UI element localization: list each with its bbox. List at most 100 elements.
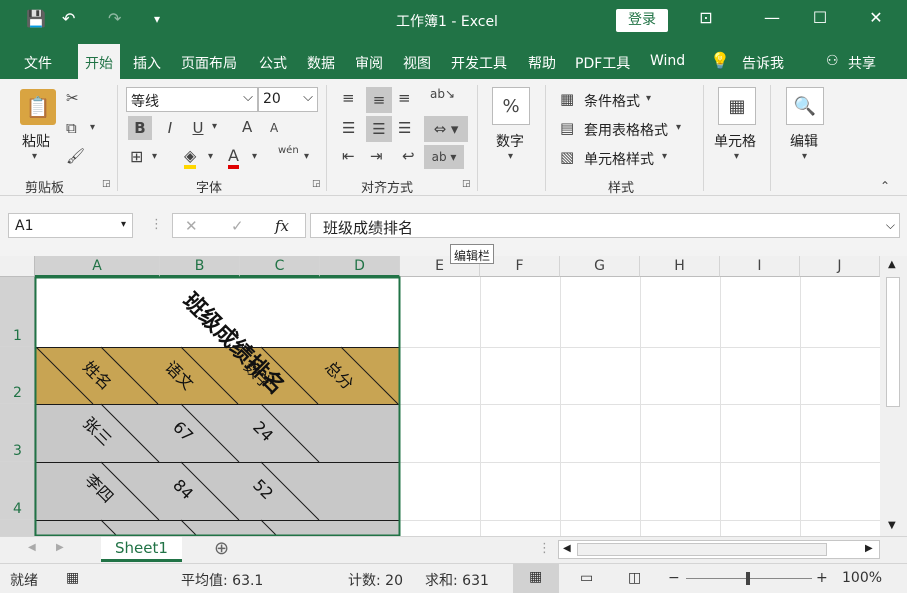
tell-me-search[interactable]: 告诉我 [742,53,784,73]
borders-icon[interactable]: ⊞ [130,147,143,166]
formula-input[interactable]: 班级成绩排名 ⌵ [310,213,900,238]
borders-dropdown-icon[interactable]: ▾ [152,151,157,162]
font-size-box[interactable]: 20 ⌵ [258,87,318,112]
tab-review[interactable]: 审阅 [355,53,383,73]
bold-button[interactable]: B [128,116,152,140]
fill-color-dropdown-icon[interactable]: ▾ [208,151,213,162]
close-icon[interactable]: ✕ [856,8,896,27]
increase-indent-icon[interactable]: ⇥ [370,147,383,165]
align-right-icon[interactable]: ☰ [398,119,411,137]
align-bottom-icon[interactable]: ≡ [398,89,411,107]
login-button[interactable]: 登录 [616,9,668,32]
zoom-thumb[interactable] [746,572,750,585]
conditional-format-dropdown-icon[interactable]: ▾ [646,93,651,104]
tab-home[interactable]: 开始 [78,44,120,79]
enter-icon[interactable]: ✓ [231,217,244,235]
maximize-icon[interactable]: ☐ [800,8,840,27]
cut-icon[interactable]: ✂ [66,89,79,107]
clipboard-launcher-icon[interactable]: ◲ [102,179,111,189]
font-color-dropdown-icon[interactable]: ▾ [252,151,257,162]
decrease-indent-icon[interactable]: ⇤ [342,147,355,165]
minimize-icon[interactable]: — [752,8,792,27]
scroll-left-icon[interactable]: ◀ [563,543,571,554]
macro-record-icon[interactable]: ▦ [66,570,79,586]
redo-icon[interactable]: ↷ [108,9,121,28]
sheet-tab[interactable]: Sheet1 [101,537,182,562]
worksheet-grid[interactable]: A B C D E F G H I J 1 2 3 4 班级成绩排名 姓名 语文… [0,256,880,536]
angle-text-icon[interactable]: ab ▾ [424,145,464,169]
phonetic-dropdown-icon[interactable]: ▾ [304,151,309,162]
wrap-text-icon[interactable]: ↩ [402,147,415,165]
alignment-launcher-icon[interactable]: ◲ [462,179,471,189]
orientation-icon[interactable]: ab↘ [430,87,455,101]
scroll-thumb[interactable] [886,277,900,407]
page-break-view-icon[interactable]: ◫ [628,570,641,586]
paste-button[interactable]: 粘贴 [22,131,50,151]
cell-styles-button[interactable]: 单元格样式 [584,149,654,169]
scroll-right-icon[interactable]: ▶ [865,543,873,554]
phonetic-icon[interactable]: wén [278,145,299,156]
cells-icon[interactable]: ▦ [718,87,756,125]
format-as-table-button[interactable]: 套用表格格式 [584,120,668,140]
copy-dropdown-icon[interactable]: ▾ [90,122,95,133]
cells-button[interactable]: 单元格 [714,131,756,151]
tab-pdf-tools[interactable]: PDF工具 [575,53,630,73]
format-painter-icon[interactable]: 🖌 [66,147,85,165]
tab-data[interactable]: 数据 [307,53,335,73]
tab-wind[interactable]: Wind [650,53,685,69]
page-layout-view-icon[interactable]: ▭ [580,570,593,586]
zoom-in-icon[interactable]: + [816,570,828,586]
tab-formulas[interactable]: 公式 [259,53,287,73]
paste-dropdown-icon[interactable]: ▾ [32,151,37,162]
merge-center-icon[interactable]: ⇔ ▾ [424,116,468,142]
prev-sheet-icon[interactable]: ◀ [28,542,36,553]
fill-color-icon[interactable]: ◈ [184,146,197,169]
underline-button[interactable]: U [186,116,210,140]
font-color-icon[interactable]: A [228,146,239,169]
name-box[interactable]: A1 ▾ [8,213,133,238]
editing-button[interactable]: 编辑 [790,131,818,151]
tab-split-handle[interactable]: ⋮ [538,541,551,556]
align-left-icon[interactable]: ☰ [342,119,355,137]
h-scroll-thumb[interactable] [577,543,827,556]
cell-styles-dropdown-icon[interactable]: ▾ [662,151,667,162]
search-icon[interactable]: 🔍 [786,87,824,125]
format-as-table-dropdown-icon[interactable]: ▾ [676,122,681,133]
italic-button[interactable]: I [158,116,182,140]
expand-formula-icon[interactable]: ⌵ [886,218,895,233]
number-format-icon[interactable]: % [492,87,530,125]
tab-page-layout[interactable]: 页面布局 [181,53,237,73]
increase-font-button[interactable]: A [242,118,252,136]
vertical-scrollbar[interactable]: ▲ ▼ [880,256,907,536]
decrease-font-button[interactable]: A [270,121,278,135]
undo-icon[interactable]: ↶ [62,9,75,28]
ribbon-display-icon[interactable]: ⊡ [686,8,726,27]
copy-icon[interactable]: ⧉ [66,119,77,137]
zoom-out-icon[interactable]: − [668,570,680,586]
align-middle-icon[interactable]: ≡ [366,87,392,113]
number-dropdown-icon[interactable]: ▾ [508,151,513,162]
font-name-box[interactable]: 等线 ⌵ [126,87,258,112]
underline-dropdown-icon[interactable]: ▾ [212,121,217,132]
editing-dropdown-icon[interactable]: ▾ [802,151,807,162]
conditional-format-button[interactable]: 条件格式 [584,91,640,111]
align-top-icon[interactable]: ≡ [342,89,355,107]
tab-view[interactable]: 视图 [403,53,431,73]
horizontal-scrollbar[interactable]: ◀ ▶ [558,540,880,559]
number-button[interactable]: 数字 [496,131,524,151]
insert-function-icon[interactable]: fx [275,217,289,235]
tab-insert[interactable]: 插入 [133,53,161,73]
tab-developer[interactable]: 开发工具 [451,53,507,73]
customize-qat-icon[interactable]: ▾ [154,12,160,26]
collapse-ribbon-icon[interactable]: ⌃ [880,179,890,193]
zoom-level[interactable]: 100% [842,570,882,586]
cancel-icon[interactable]: ✕ [185,217,198,235]
tab-help[interactable]: 帮助 [528,53,556,73]
normal-view-button[interactable]: ▦ [513,564,559,593]
cells-dropdown-icon[interactable]: ▾ [734,151,739,162]
share-button[interactable]: 共享 [848,53,876,73]
resize-handle-icon[interactable]: ⋮ [150,217,163,232]
paste-icon[interactable]: 📋 [20,89,56,125]
align-center-icon[interactable]: ☰ [366,116,392,142]
save-icon[interactable]: 💾 [26,9,46,28]
